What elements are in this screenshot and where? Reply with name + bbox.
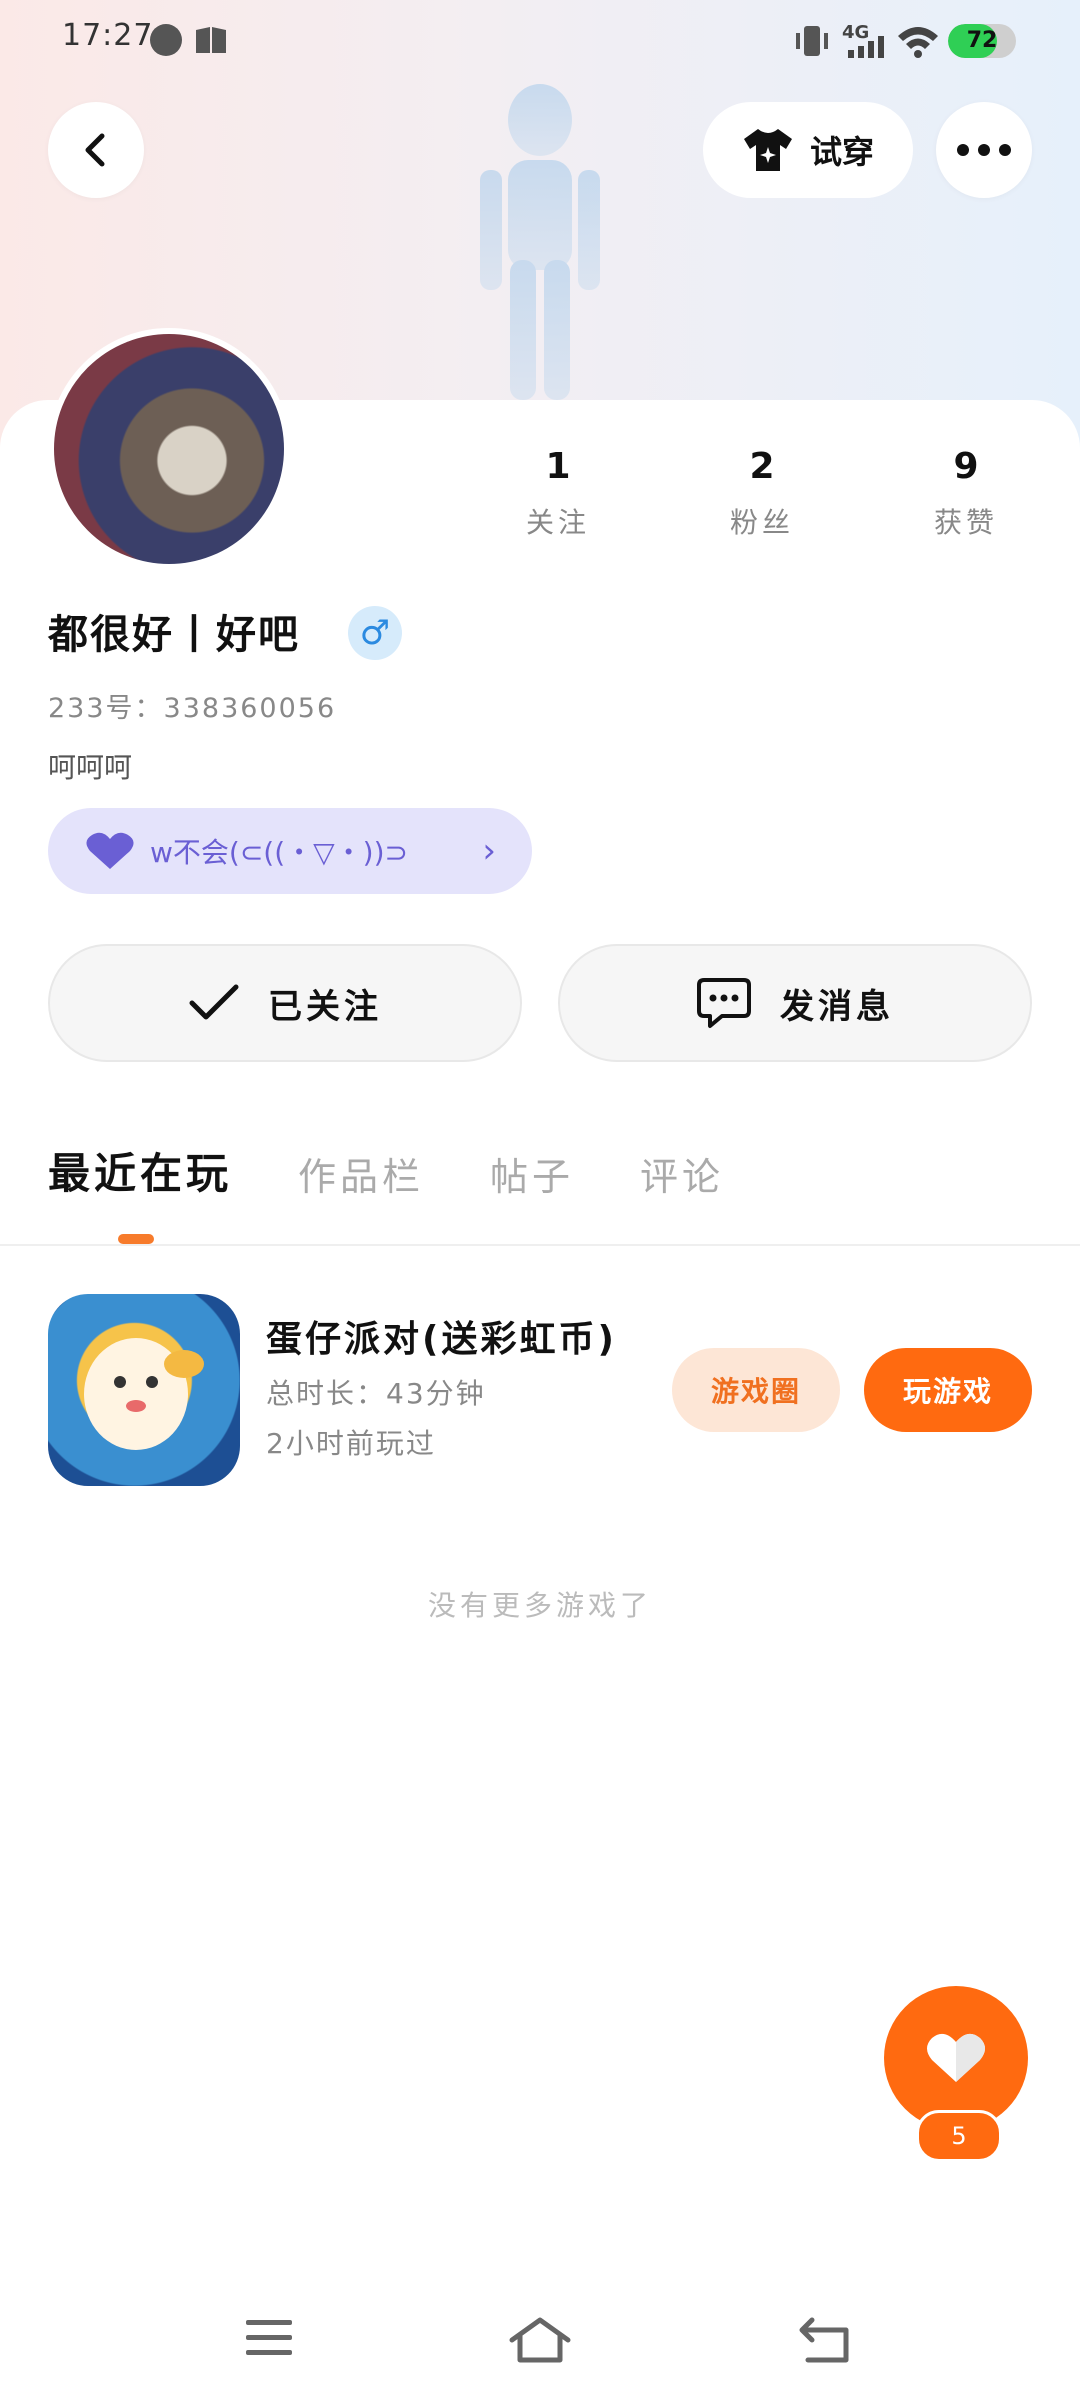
avatar-3d-figure	[480, 84, 600, 400]
tab-posts[interactable]: 帖子	[490, 1146, 574, 1201]
battery-text: 72	[966, 28, 998, 53]
avatar[interactable]	[48, 328, 290, 570]
club-label: w不会(⊂((・▽・))⊃	[150, 836, 408, 869]
tab-indicator	[118, 1234, 154, 1244]
tab-comments[interactable]: 评论	[640, 1146, 724, 1201]
wifi-icon	[898, 27, 938, 58]
game-duration: 总时长：43分钟	[266, 1377, 486, 1410]
battery-indicator: 72	[948, 24, 1016, 58]
game-icon[interactable]	[48, 1294, 240, 1486]
menu-icon[interactable]	[244, 2316, 294, 2360]
home-icon[interactable]	[508, 2316, 572, 2364]
vibrate-icon	[796, 26, 828, 56]
stat-likes-value: 9	[953, 446, 979, 487]
stat-followers-value: 2	[749, 446, 775, 487]
speed-icon	[150, 24, 182, 56]
try-on-label: 试穿	[809, 133, 874, 171]
profile-name: 都很好丨好吧	[48, 612, 300, 658]
back-nav-icon[interactable]	[798, 2316, 852, 2364]
followed-button[interactable]: 已关注	[48, 944, 522, 1062]
stat-following-label: 关注	[525, 506, 590, 539]
game-title[interactable]: 蛋仔派对(送彩虹币)	[266, 1310, 617, 1362]
signal-icon	[848, 36, 884, 58]
chat-bubble-icon	[697, 978, 751, 1028]
no-more-text: 没有更多游戏了	[427, 1589, 652, 1622]
tab-recently-played[interactable]: 最近在玩	[48, 1140, 232, 1201]
tab-works[interactable]: 作品栏	[298, 1146, 424, 1201]
more-dots-icon	[957, 144, 1011, 156]
game-last-played: 2小时前玩过	[266, 1427, 436, 1460]
followed-label: 已关注	[268, 986, 382, 1027]
tabs-divider	[0, 1244, 1080, 1246]
profile-uid[interactable]: 233号：338360056	[48, 686, 336, 725]
like-button[interactable]	[884, 1986, 1028, 2130]
gender-male-icon: ♂	[348, 606, 402, 660]
profile-tabs: 最近在玩 作品栏 帖子 评论	[48, 1140, 724, 1201]
heart-icon	[927, 2033, 985, 2082]
club-badge[interactable]: w不会(⊂((・▽・))⊃ ›	[48, 808, 532, 894]
stat-likes-label: 获赞	[933, 506, 998, 539]
status-time: 17:27	[62, 18, 154, 53]
stat-following[interactable]: 1 关注	[478, 446, 638, 541]
stat-likes[interactable]: 9 获赞	[886, 446, 1046, 541]
book-icon	[196, 27, 226, 53]
checkmark-icon	[189, 984, 239, 1020]
play-game-button[interactable]: 玩游戏	[864, 1348, 1032, 1432]
try-on-button[interactable]: 试穿	[703, 102, 913, 198]
more-button[interactable]	[936, 102, 1032, 198]
message-label: 发消息	[780, 986, 894, 1027]
tshirt-icon	[743, 129, 792, 171]
chevron-left-icon	[85, 133, 105, 167]
stat-followers-label: 粉丝	[729, 506, 794, 539]
eggy-character-icon	[84, 1338, 204, 1450]
profile-bio: 呵呵呵	[48, 751, 133, 784]
chevron-right-icon: ›	[482, 831, 496, 871]
stat-following-value: 1	[545, 446, 571, 487]
game-circle-button[interactable]: 游戏圈	[672, 1348, 840, 1432]
like-count-badge: 5	[916, 2110, 1002, 2162]
heart-icon	[86, 832, 134, 869]
stat-followers[interactable]: 2 粉丝	[682, 446, 842, 541]
message-button[interactable]: 发消息	[558, 944, 1032, 1062]
back-button[interactable]	[48, 102, 144, 198]
